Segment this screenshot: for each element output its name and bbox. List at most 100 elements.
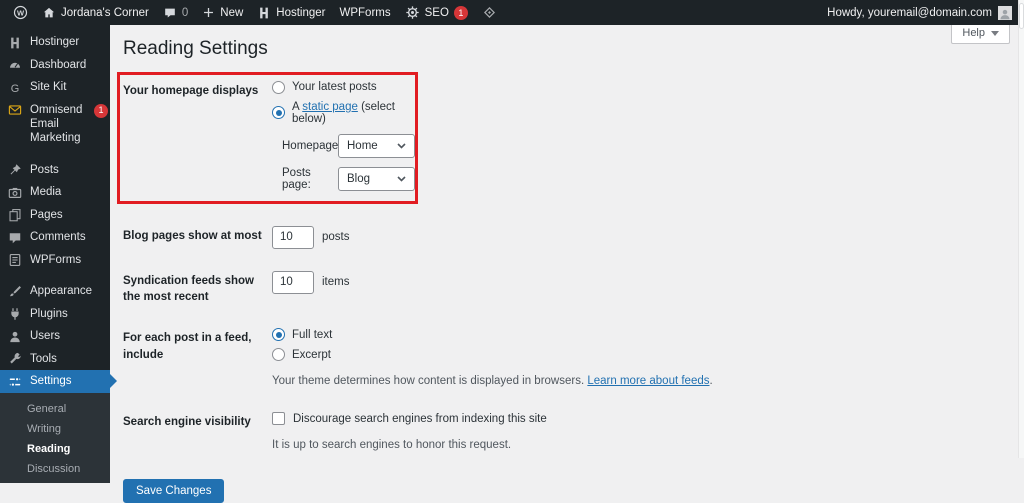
sidebar-item-appearance[interactable]: Appearance (0, 280, 110, 303)
save-changes-button[interactable]: Save Changes (123, 479, 224, 503)
admin-bar-left: W Jordana's Corner 0 New Hostinger (0, 0, 504, 25)
latest-posts-radio[interactable] (272, 81, 285, 94)
howdy-menu[interactable]: Howdy, youremail@domain.com (827, 7, 992, 19)
omnisend-badge: 1 (94, 104, 108, 118)
scrollbar[interactable] (1018, 0, 1024, 458)
sidebar-item-label: Media (30, 185, 108, 199)
sidebar-item-label: Tools (30, 352, 108, 366)
admin-sidebar: Hostinger Dashboard G Site Kit Omnisend … (0, 25, 110, 458)
posts-page-select[interactable]: Blog (338, 167, 415, 191)
sidebar-item-label: Omnisend Email Marketing (30, 103, 86, 146)
admin-bar-right: Howdy, youremail@domain.com (827, 0, 1024, 25)
syndication-label: Syndication feeds show the most recent (123, 271, 272, 306)
hostinger-label: Hostinger (276, 7, 325, 19)
hostinger-menu[interactable]: Hostinger (250, 0, 332, 25)
menu-separator (0, 150, 110, 159)
settings-sliders-icon (8, 375, 22, 389)
sidebar-item-users[interactable]: Users (0, 325, 110, 348)
submenu-item-general[interactable]: General (0, 399, 110, 419)
user-icon (8, 330, 22, 344)
seo-badge: 1 (454, 6, 468, 20)
new-label: New (220, 7, 243, 19)
submenu-item-reading[interactable]: Reading (0, 439, 110, 459)
site-name-menu[interactable]: Jordana's Corner (35, 0, 156, 25)
sidebar-item-label: WPForms (30, 253, 108, 267)
svg-text:G: G (11, 82, 20, 94)
sidebar-item-pages[interactable]: Pages (0, 204, 110, 227)
sidebar-item-posts[interactable]: Posts (0, 159, 110, 182)
discourage-indexing-option: Discourage search engines from indexing … (272, 412, 1018, 425)
sidebar-item-label: Users (30, 329, 108, 343)
full-text-radio[interactable] (272, 328, 285, 341)
excerpt-label: Excerpt (292, 349, 331, 361)
static-page-radio[interactable] (272, 106, 285, 119)
envelope-icon (8, 103, 22, 117)
feed-content-label: For each post in a feed, include (123, 328, 272, 390)
wordpress-logo-menu[interactable]: W (6, 0, 35, 25)
homepage-displays-row: Your homepage displays Your latest posts… (123, 81, 415, 191)
pages-icon (8, 208, 22, 222)
chevron-down-icon (397, 176, 406, 182)
sidebar-item-media[interactable]: Media (0, 181, 110, 204)
blog-pages-row: Blog pages show at most posts (123, 226, 1018, 249)
plug-icon (8, 307, 22, 321)
admin-bar: W Jordana's Corner 0 New Hostinger (0, 0, 1024, 25)
excerpt-radio[interactable] (272, 348, 285, 361)
homepage-displays-label: Your homepage displays (123, 81, 272, 191)
diamond-icon (482, 5, 497, 20)
paintbrush-icon (8, 285, 22, 299)
diamond-plugin-menu[interactable] (475, 0, 504, 25)
submenu-item-writing[interactable]: Writing (0, 419, 110, 439)
feed-note: Your theme determines how content is dis… (272, 373, 1018, 390)
sidebar-item-settings[interactable]: Settings (0, 370, 110, 393)
discourage-indexing-checkbox[interactable] (272, 412, 285, 425)
sitekit-g-icon: G (8, 81, 22, 95)
settings-submenu: General Writing Reading Discussion (0, 393, 110, 483)
sidebar-item-label: Plugins (30, 307, 108, 321)
feed-content-controls: Full text Excerpt Your theme determines … (272, 328, 1018, 390)
sidebar-item-label: Appearance (30, 284, 108, 298)
feed-content-row: For each post in a feed, include Full te… (123, 328, 1018, 390)
comments-menu[interactable]: 0 (156, 0, 195, 25)
blog-pages-label: Blog pages show at most (123, 226, 272, 249)
search-visibility-label: Search engine visibility (123, 412, 272, 454)
homepage-select[interactable]: Home (338, 134, 415, 158)
new-content-menu[interactable]: New (195, 0, 250, 25)
static-prefix: A (292, 101, 299, 113)
homepage-displays-controls: Your latest posts A static page (select … (272, 81, 415, 191)
full-text-label: Full text (292, 329, 332, 341)
sidebar-item-wpforms[interactable]: WPForms (0, 249, 110, 272)
homepage-select-label: Homepage: (282, 140, 334, 152)
sidebar-item-dashboard[interactable]: Dashboard (0, 54, 110, 77)
sidebar-item-comments[interactable]: Comments (0, 226, 110, 249)
help-button[interactable]: Help (951, 22, 1010, 44)
scrollbar-thumb[interactable] (1019, 3, 1024, 29)
learn-more-feeds-link[interactable]: Learn more about feeds (587, 375, 709, 387)
sidebar-item-label: Dashboard (30, 58, 108, 72)
chevron-down-icon (397, 143, 406, 149)
static-page-option: A static page (select below) (272, 101, 415, 125)
syndication-input[interactable] (272, 271, 314, 294)
menu-separator (0, 271, 110, 280)
submenu-item-discussion[interactable]: Discussion (0, 459, 110, 479)
feed-note-period: . (709, 375, 712, 387)
blog-pages-input[interactable] (272, 226, 314, 249)
sidebar-item-plugins[interactable]: Plugins (0, 303, 110, 326)
sidebar-item-hostinger[interactable]: Hostinger (0, 31, 110, 54)
sidebar-item-omnisend[interactable]: Omnisend Email Marketing 1 (0, 99, 110, 150)
main-content: Help Reading Settings Your homepage disp… (110, 25, 1018, 458)
static-page-label: A static page (select below) (292, 101, 415, 125)
seo-menu[interactable]: SEO 1 (398, 0, 475, 25)
sidebar-item-label: Site Kit (30, 80, 108, 94)
sidebar-item-site-kit[interactable]: G Site Kit (0, 76, 110, 99)
posts-page-select-line: Posts page: Blog (282, 167, 415, 191)
comment-bubble-icon (163, 6, 177, 20)
plus-icon (202, 6, 215, 19)
help-label: Help (962, 27, 985, 39)
avatar[interactable] (998, 6, 1012, 20)
sidebar-item-tools[interactable]: Tools (0, 348, 110, 371)
highlight-box: Your homepage displays Your latest posts… (117, 72, 418, 204)
blog-pages-suffix: posts (322, 231, 350, 243)
wpforms-menu[interactable]: WPForms (333, 0, 398, 25)
static-page-link[interactable]: static page (302, 101, 358, 113)
